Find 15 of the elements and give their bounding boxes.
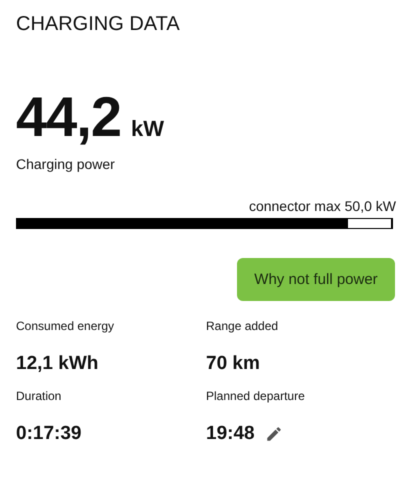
stat-label: Range added <box>206 319 280 335</box>
stat-value: 19:48 <box>206 423 255 445</box>
stat-label: Consumed energy <box>16 319 116 335</box>
why-not-full-power-button[interactable]: Why not full power <box>237 258 395 301</box>
stat-label: Duration <box>16 389 62 405</box>
power-unit: kW <box>131 116 164 142</box>
power-value: 44,2 <box>16 86 121 148</box>
stat-value: 12,1 kWh <box>16 353 98 375</box>
stat-value: 70 km <box>206 353 260 375</box>
power-label: Charging power <box>16 156 116 172</box>
stat-value: 0:17:39 <box>16 423 82 445</box>
page-title: CHARGING DATA <box>16 12 181 37</box>
meter-caption: connector max 50,0 kW <box>248 198 396 214</box>
edit-icon[interactable] <box>264 425 283 443</box>
stat-label: Planned departure <box>206 389 306 405</box>
